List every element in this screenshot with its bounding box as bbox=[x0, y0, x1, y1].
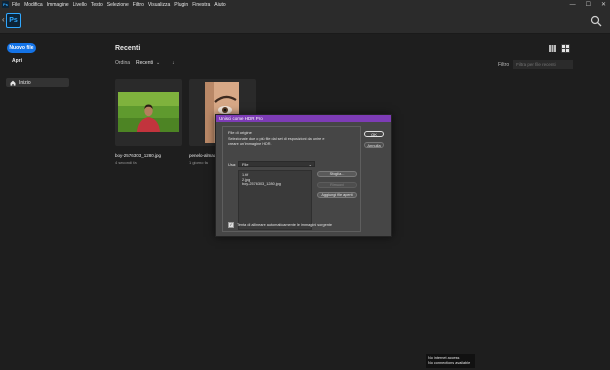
add-open-files-button[interactable]: Aggiungi file aperti bbox=[317, 192, 357, 198]
list-view-icon[interactable] bbox=[548, 44, 557, 53]
home-icon bbox=[10, 80, 16, 86]
recent-file-card[interactable] bbox=[115, 79, 182, 146]
tooltip-line: No connections available bbox=[428, 361, 471, 365]
auto-align-checkbox[interactable]: ✓ bbox=[228, 222, 234, 228]
new-file-button[interactable]: Nuovo file bbox=[7, 43, 36, 53]
filter-row: Filtro bbox=[498, 60, 574, 69]
remove-button[interactable]: Rimuovi bbox=[317, 182, 357, 188]
maximize-button[interactable]: ☐ bbox=[586, 1, 591, 8]
sidebar-item-label: Inizio bbox=[19, 79, 31, 86]
chevron-left-icon[interactable]: ‹ bbox=[2, 15, 5, 24]
minimize-button[interactable]: — bbox=[570, 2, 576, 8]
filter-input[interactable] bbox=[513, 60, 574, 69]
sidebar-item-home[interactable]: Inizio bbox=[6, 78, 69, 87]
sort-label: Ordina bbox=[115, 60, 131, 66]
chevron-down-icon: ⌄ bbox=[308, 162, 312, 167]
menu-filtro[interactable]: Filtro bbox=[133, 2, 144, 8]
use-label: Usa: bbox=[228, 162, 237, 167]
window-controls: — ☐ ✕ bbox=[570, 0, 606, 9]
close-button[interactable]: ✕ bbox=[601, 1, 606, 8]
file-age: 4 secondi fa bbox=[115, 160, 137, 165]
menu-immagine[interactable]: Immagine bbox=[47, 2, 69, 8]
dialog-title[interactable]: Unisci come HDR Pro bbox=[216, 115, 391, 122]
use-select[interactable]: File ⌄ bbox=[238, 161, 315, 167]
network-tooltip: No internet access No connections availa… bbox=[426, 354, 475, 368]
list-item[interactable]: boy-2576303_1280.jpg bbox=[239, 182, 311, 187]
auto-align-row: ✓ Tenta di allineare automaticamente le … bbox=[228, 222, 332, 228]
sidebar: Nuovo file Apri Inizio bbox=[0, 34, 80, 370]
sort-row: Ordina Recenti ⌄ ↓ bbox=[115, 60, 175, 66]
grid-view-icon[interactable] bbox=[561, 44, 570, 53]
source-files-group: File di origine Selezionate due o più fi… bbox=[222, 126, 361, 232]
page-title: Recenti bbox=[115, 45, 141, 52]
menu-finestra[interactable]: Finestra bbox=[192, 2, 210, 8]
file-thumbnail bbox=[118, 92, 179, 132]
group-label: File di origine bbox=[228, 130, 252, 135]
view-toggle bbox=[548, 44, 570, 53]
file-name[interactable]: boy-2576303_1280.jpg bbox=[115, 153, 161, 158]
menu-plugin[interactable]: Plugin bbox=[174, 2, 188, 8]
menu-modifica[interactable]: Modifica bbox=[24, 2, 43, 8]
group-description: Selezionate due o più file dal set di es… bbox=[228, 137, 325, 146]
filter-label: Filtro bbox=[498, 61, 510, 68]
ok-button[interactable]: OK bbox=[364, 131, 384, 137]
sort-select[interactable]: Recenti bbox=[136, 60, 153, 66]
menu-file[interactable]: File bbox=[12, 2, 20, 8]
menu-aiuto[interactable]: Aiuto bbox=[214, 2, 225, 8]
chevron-down-icon[interactable]: ⌄ bbox=[156, 60, 160, 66]
home-topbar: ‹ Ps bbox=[0, 9, 610, 34]
search-icon[interactable] bbox=[590, 15, 602, 27]
menu-visualizza[interactable]: Visualizza bbox=[148, 2, 170, 8]
menu-livello[interactable]: Livello bbox=[73, 2, 87, 8]
ps-logo: Ps bbox=[6, 13, 21, 28]
auto-align-label: Tenta di allineare automaticamente le im… bbox=[237, 223, 332, 227]
sort-direction-button[interactable]: ↓ bbox=[172, 60, 175, 66]
open-button[interactable]: Apri bbox=[12, 58, 22, 64]
app-icon: Ps bbox=[2, 1, 9, 8]
merge-hdr-dialog: Unisci come HDR Pro File di origine Sele… bbox=[215, 114, 392, 237]
menu-testo[interactable]: Testo bbox=[91, 2, 103, 8]
use-select-value: File bbox=[242, 161, 249, 167]
file-age: 1 giorno fa bbox=[189, 160, 208, 165]
menu-bar: Ps File Modifica Immagine Livello Testo … bbox=[0, 0, 610, 9]
cancel-button[interactable]: Annulla bbox=[364, 142, 384, 148]
source-file-list[interactable]: 1.tif 2.jpg boy-2576303_1280.jpg bbox=[238, 170, 312, 230]
menu-selezione[interactable]: Selezione bbox=[107, 2, 129, 8]
browse-button[interactable]: Sfoglia... bbox=[317, 171, 357, 177]
